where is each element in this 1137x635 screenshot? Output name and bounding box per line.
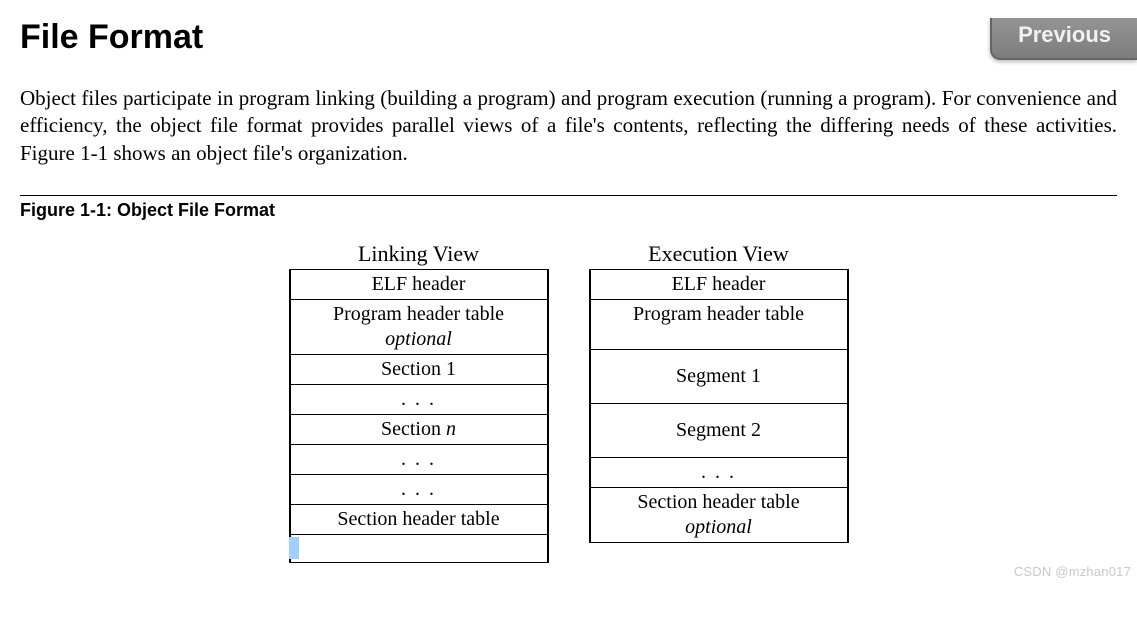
linking-section-header-table: Section header table: [291, 504, 547, 534]
linking-section-n-var: n: [446, 418, 456, 440]
execution-segment-1: Segment 1: [591, 349, 847, 403]
execution-view-column: Execution View ELF header Program header…: [589, 239, 849, 563]
linking-section-n-prefix: Section: [381, 418, 446, 440]
execution-segment-2: Segment 2: [591, 403, 847, 457]
previous-button-label: Previous: [1018, 22, 1111, 47]
execution-view-body: ELF header Program header table Segment …: [589, 269, 849, 543]
linking-trailing-row: [291, 534, 547, 563]
linking-dots-2: . . .: [291, 444, 547, 474]
text-selection-marker: [289, 537, 299, 559]
linking-view-body: ELF header Program header table optional…: [289, 269, 549, 563]
execution-sht-optional: optional: [685, 516, 752, 538]
intro-paragraph: Object files participate in program link…: [20, 85, 1117, 167]
linking-program-header-table: Program header table optional: [291, 299, 547, 354]
linking-section-n: Section n: [291, 414, 547, 444]
execution-program-header-table: Program header table: [591, 299, 847, 349]
figure-separator: [20, 195, 1117, 196]
linking-elf-header: ELF header: [291, 269, 547, 299]
figure-caption: Figure 1-1: Object File Format: [20, 200, 1117, 221]
linking-view-column: Linking View ELF header Program header t…: [289, 239, 549, 563]
linking-view-title: Linking View: [289, 239, 549, 269]
execution-elf-header: ELF header: [591, 269, 847, 299]
linking-dots-3: . . .: [291, 474, 547, 504]
figure-diagram: Linking View ELF header Program header t…: [20, 239, 1117, 563]
execution-dots: . . .: [591, 457, 847, 487]
linking-dots-1: . . .: [291, 384, 547, 414]
previous-button[interactable]: Previous: [990, 18, 1137, 60]
execution-sht-text: Section header table: [637, 491, 799, 513]
linking-pht-optional: optional: [385, 328, 452, 350]
execution-section-header-table: Section header table optional: [591, 487, 847, 543]
watermark: CSDN @mzhan017: [1014, 564, 1131, 579]
page-title: File Format: [20, 18, 1117, 57]
linking-section-1: Section 1: [291, 354, 547, 384]
linking-pht-text: Program header table: [333, 303, 504, 325]
execution-view-title: Execution View: [589, 239, 849, 269]
